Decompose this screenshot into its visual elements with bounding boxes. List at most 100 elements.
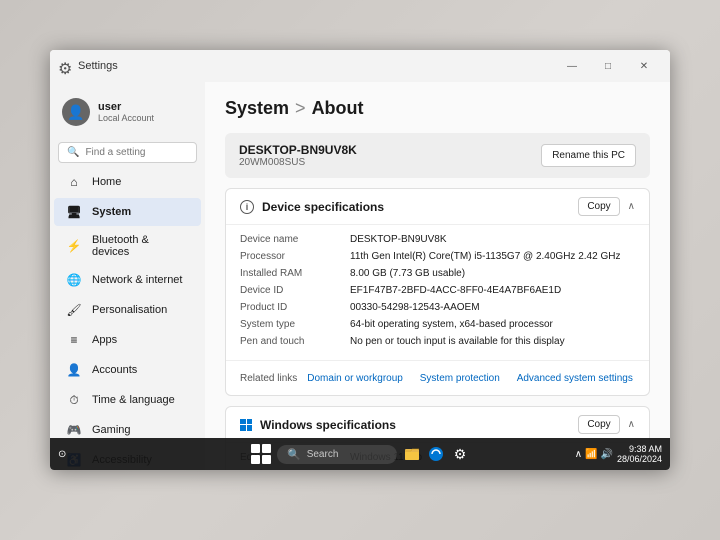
advanced-system-link[interactable]: Advanced system settings bbox=[517, 373, 633, 384]
taskbar-search-label: Search bbox=[307, 449, 339, 460]
search-icon: 🔍 bbox=[287, 448, 301, 461]
device-specs-title: Device specifications bbox=[262, 200, 384, 214]
taskbar-right: ∧ 📶 🔊 9:38 AM 28/06/2024 bbox=[575, 444, 662, 464]
page-header: System > About bbox=[225, 98, 650, 119]
system-protection-link[interactable]: System protection bbox=[420, 373, 500, 384]
network-icon: 🌐 bbox=[66, 272, 82, 288]
clock-time: 9:38 AM bbox=[629, 444, 662, 454]
main-content: System > About DESKTOP-BN9UV8K 20WM008SU… bbox=[205, 82, 670, 470]
sidebar-item-system[interactable]: 🖥 System bbox=[54, 198, 201, 226]
spec-value: 00330-54298-12543-AAOEM bbox=[350, 302, 635, 313]
breadcrumb-system: System bbox=[225, 98, 289, 119]
sidebar-item-accounts[interactable]: 👤 Accounts bbox=[54, 356, 201, 384]
sidebar-item-personalisation[interactable]: 🖌 Personalisation bbox=[54, 296, 201, 324]
spec-label: Processor bbox=[240, 251, 350, 262]
taskbar-icon-edge[interactable] bbox=[427, 445, 445, 463]
table-row: System type 64-bit operating system, x64… bbox=[240, 316, 635, 333]
specs-table: Device name DESKTOP-BN9UV8K Processor 11… bbox=[226, 225, 649, 360]
sidebar-item-apps[interactable]: ≡ Apps bbox=[54, 326, 201, 354]
sidebar-item-bluetooth[interactable]: ⚡ Bluetooth & devices bbox=[54, 228, 201, 264]
related-label: Related links bbox=[240, 373, 297, 384]
window-controls: — □ ✕ bbox=[554, 52, 662, 80]
device-specs-section: i Device specifications Copy ∧ Device na… bbox=[225, 188, 650, 396]
time-display: 9:38 AM 28/06/2024 bbox=[617, 444, 662, 464]
copy-specs-button[interactable]: Copy bbox=[578, 197, 619, 216]
system-icon: 🖥 bbox=[66, 204, 82, 220]
pc-name: DESKTOP-BN9UV8K bbox=[239, 143, 357, 157]
apps-icon: ≡ bbox=[66, 332, 82, 348]
related-links: Related links Domain or workgroup System… bbox=[226, 360, 649, 395]
breadcrumb-separator: > bbox=[295, 98, 306, 119]
maximize-button[interactable]: □ bbox=[590, 52, 626, 80]
search-box[interactable]: 🔍 bbox=[58, 142, 197, 163]
sidebar-item-label: Apps bbox=[92, 334, 117, 346]
title-bar-left: ⚙ Settings bbox=[58, 59, 554, 73]
clock-date: 28/06/2024 bbox=[617, 454, 662, 464]
taskbar-search[interactable]: 🔍 Search bbox=[277, 445, 397, 464]
personalisation-icon: 🖌 bbox=[66, 302, 82, 318]
spec-value: 11th Gen Intel(R) Core(TM) i5-1135G7 @ 2… bbox=[350, 251, 635, 262]
search-icon: 🔍 bbox=[67, 147, 79, 158]
pc-name-info: DESKTOP-BN9UV8K 20WM008SUS bbox=[239, 143, 357, 168]
domain-workgroup-link[interactable]: Domain or workgroup bbox=[307, 373, 403, 384]
settings-window: ⚙ Settings — □ ✕ 👤 user bbox=[50, 50, 670, 470]
copy-win-specs-button[interactable]: Copy bbox=[578, 415, 619, 434]
sidebar-item-label: Bluetooth & devices bbox=[92, 234, 189, 258]
spec-label: Device ID bbox=[240, 285, 350, 296]
sidebar-item-home[interactable]: ⌂ Home bbox=[54, 168, 201, 196]
pc-model: 20WM008SUS bbox=[239, 157, 357, 168]
table-row: Device name DESKTOP-BN9UV8K bbox=[240, 231, 635, 248]
user-section: 👤 user Local Account bbox=[50, 90, 205, 134]
section-title-row: i Device specifications bbox=[240, 200, 384, 214]
window-body: 👤 user Local Account 🔍 ⌂ Ho bbox=[50, 82, 670, 470]
sidebar-item-label: Personalisation bbox=[92, 304, 167, 316]
window-title: Settings bbox=[78, 60, 118, 72]
taskbar-icon-settings[interactable]: ⚙ bbox=[451, 445, 469, 463]
bluetooth-icon: ⚡ bbox=[66, 238, 82, 254]
settings-icon: ⚙ bbox=[58, 59, 72, 73]
spec-label: Pen and touch bbox=[240, 336, 350, 347]
minimize-button[interactable]: — bbox=[554, 52, 590, 80]
spec-label: System type bbox=[240, 319, 350, 330]
spec-label: Installed RAM bbox=[240, 268, 350, 279]
table-row: Installed RAM 8.00 GB (7.73 GB usable) bbox=[240, 265, 635, 282]
spec-value: DESKTOP-BN9UV8K bbox=[350, 234, 635, 245]
taskbar: ⊙ 🔍 Search bbox=[50, 438, 670, 470]
laptop-screen: ⚙ Settings — □ ✕ 👤 user bbox=[50, 50, 670, 470]
taskbar-left: ⊙ bbox=[58, 449, 66, 460]
sidebar-item-time[interactable]: ⏱ Time & language bbox=[54, 386, 201, 414]
close-button[interactable]: ✕ bbox=[626, 52, 662, 80]
section-actions: Copy ∧ bbox=[578, 415, 635, 434]
spec-value: 8.00 GB (7.73 GB usable) bbox=[350, 268, 635, 279]
device-specs-header[interactable]: i Device specifications Copy ∧ bbox=[226, 189, 649, 225]
table-row: Pen and touch No pen or touch input is a… bbox=[240, 333, 635, 350]
user-type: Local Account bbox=[98, 113, 154, 123]
sidebar-item-label: Home bbox=[92, 176, 121, 188]
volume-tray-icon: 🔊 bbox=[601, 449, 613, 460]
rename-pc-button[interactable]: Rename this PC bbox=[541, 144, 636, 167]
sidebar-item-label: Gaming bbox=[92, 424, 131, 436]
info-icon: i bbox=[240, 200, 254, 214]
home-icon: ⌂ bbox=[66, 174, 82, 190]
spec-label: Device name bbox=[240, 234, 350, 245]
sidebar-item-label: Network & internet bbox=[92, 274, 182, 286]
user-name: user bbox=[98, 101, 154, 113]
photo-background: ⚙ Settings — □ ✕ 👤 user bbox=[0, 0, 720, 540]
user-info: user Local Account bbox=[98, 101, 154, 123]
chevron-up-icon: ∧ bbox=[628, 201, 635, 212]
gaming-icon: 🎮 bbox=[66, 422, 82, 438]
table-row: Product ID 00330-54298-12543-AAOEM bbox=[240, 299, 635, 316]
system-tray-left: ⊙ bbox=[58, 449, 66, 460]
time-icon: ⏱ bbox=[66, 392, 82, 408]
pc-name-section: DESKTOP-BN9UV8K 20WM008SUS Rename this P… bbox=[225, 133, 650, 178]
spec-value: EF1F47B7-2BFD-4ACC-8FF0-4E4A7BF6AE1D bbox=[350, 285, 635, 296]
sidebar: 👤 user Local Account 🔍 ⌂ Ho bbox=[50, 82, 205, 470]
avatar: 👤 bbox=[62, 98, 90, 126]
taskbar-icon-explorer[interactable] bbox=[403, 445, 421, 463]
sidebar-item-network[interactable]: 🌐 Network & internet bbox=[54, 266, 201, 294]
start-button[interactable] bbox=[251, 444, 271, 464]
table-row: Processor 11th Gen Intel(R) Core(TM) i5-… bbox=[240, 248, 635, 265]
taskbar-misc-icon: ⊙ bbox=[58, 449, 66, 460]
spec-value: No pen or touch input is available for t… bbox=[350, 336, 635, 347]
search-input[interactable] bbox=[85, 147, 205, 158]
